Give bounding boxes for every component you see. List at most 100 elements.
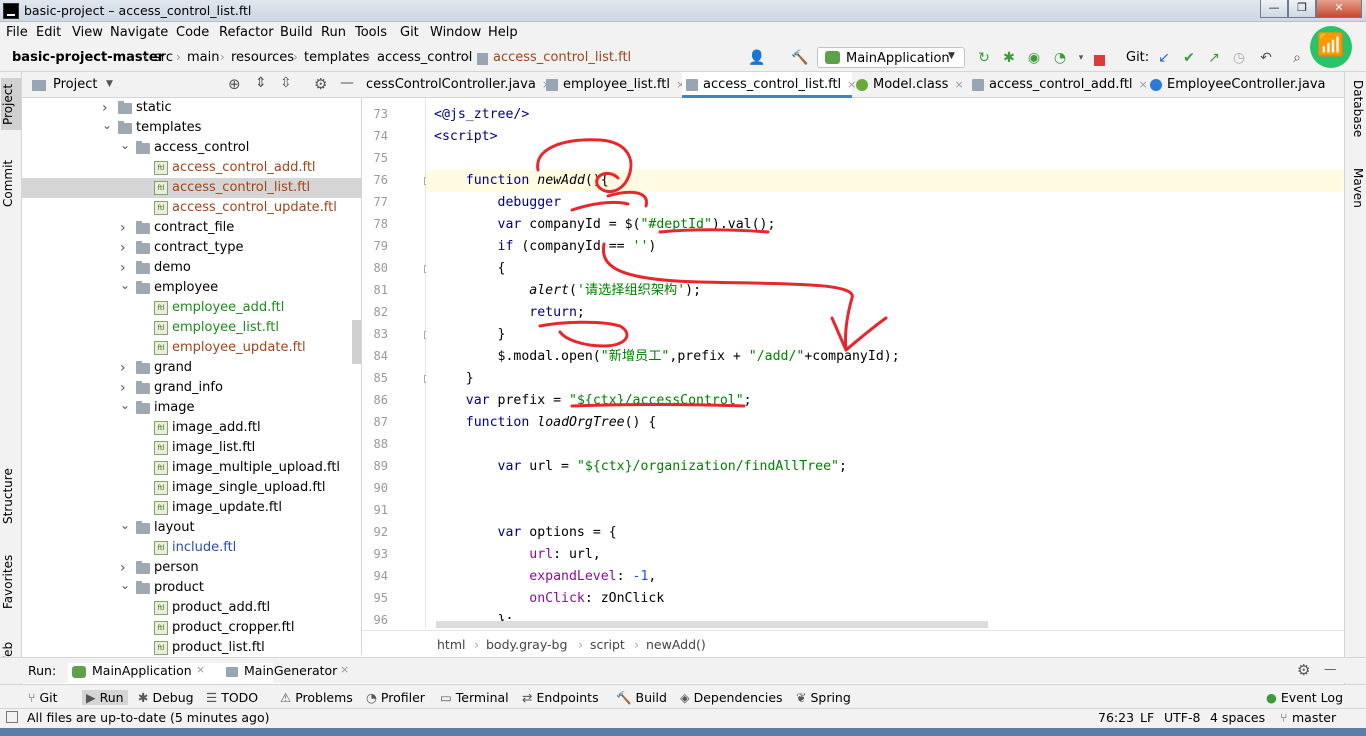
- coverage-icon[interactable]: ◉: [1026, 50, 1042, 66]
- editor-tab[interactable]: access_control_list.ftl ×: [682, 72, 856, 98]
- tree-file[interactable]: ftl access_control_add.ftl: [22, 158, 361, 178]
- breadcrumb-access-control[interactable]: access_control: [377, 50, 472, 65]
- tree-file[interactable]: ftl image_update.ftl: [22, 498, 361, 518]
- tool-window-terminal[interactable]: ▭ Terminal: [440, 690, 509, 705]
- chevron-down-icon[interactable]: ⌄: [102, 115, 112, 135]
- project-panel-title[interactable]: Project: [53, 77, 97, 92]
- maximize-button[interactable]: ❐: [1288, 0, 1316, 18]
- tree-folder[interactable]: › contract_file: [22, 218, 361, 238]
- close-icon[interactable]: ×: [340, 663, 349, 676]
- code-line[interactable]: }: [434, 324, 506, 346]
- structure-tool-tab[interactable]: Structure: [1, 460, 21, 532]
- tree-file[interactable]: ftl access_control_update.ftl: [22, 198, 361, 218]
- menu-navigate[interactable]: Navigate: [110, 25, 168, 40]
- maven-tool-tab[interactable]: Maven: [1347, 168, 1365, 224]
- tool-window-git[interactable]: ⑂ Git: [28, 690, 58, 705]
- tool-window-debug[interactable]: ✱ Debug: [138, 690, 194, 705]
- breadcrumb-templates[interactable]: templates: [304, 50, 369, 65]
- menu-edit[interactable]: Edit: [36, 25, 61, 40]
- user-icon[interactable]: 👤: [748, 50, 765, 66]
- editor-tab[interactable]: employee_list.ftl ×: [542, 72, 685, 98]
- tree-folder[interactable]: › demo: [22, 258, 361, 278]
- menu-code[interactable]: Code: [176, 25, 209, 40]
- gear-icon[interactable]: ⚙: [314, 75, 327, 93]
- code-line[interactable]: onClick: zOnClick: [434, 588, 664, 610]
- tree-folder[interactable]: › grand_info: [22, 378, 361, 398]
- profile-icon[interactable]: ◔: [1052, 50, 1068, 66]
- menu-help[interactable]: Help: [488, 25, 518, 40]
- tree-file[interactable]: ftl product_add.ftl: [22, 598, 361, 618]
- chevron-right-icon[interactable]: ›: [120, 218, 126, 238]
- menu-tools[interactable]: Tools: [355, 25, 387, 40]
- tree-file[interactable]: ftl access_control_list.ftl: [22, 178, 361, 198]
- editor-crumb-script[interactable]: script: [590, 637, 625, 652]
- run-tab-label[interactable]: MainGenerator: [244, 663, 337, 678]
- tree-file[interactable]: ftl employee_list.ftl: [22, 318, 361, 338]
- editor-tab[interactable]: EmployeeController.java: [1146, 72, 1326, 98]
- editor-tab[interactable]: access_control_add.ftl ×: [968, 72, 1148, 98]
- event-log-button[interactable]: ● Event Log: [1266, 690, 1343, 705]
- git-update-icon[interactable]: ↙: [1156, 50, 1172, 66]
- breadcrumb-resources[interactable]: resources: [231, 50, 294, 65]
- hide-panel-icon[interactable]: —: [340, 75, 354, 91]
- code-line[interactable]: alert('请选择组织架构');: [434, 280, 701, 302]
- tree-folder[interactable]: ⌄ templates: [22, 115, 361, 138]
- caret-position[interactable]: 76:23: [1098, 710, 1134, 725]
- tool-window-run[interactable]: ▶ Run: [82, 690, 128, 705]
- code-line[interactable]: expandLevel: -1,: [434, 566, 656, 588]
- chevron-down-icon[interactable]: ▾: [1073, 50, 1089, 66]
- close-icon[interactable]: ×: [196, 663, 205, 676]
- hide-panel-icon[interactable]: —: [1324, 661, 1337, 676]
- code-line[interactable]: var companyId = $("#deptId").val();: [434, 214, 776, 236]
- chevron-down-icon[interactable]: ⌄: [120, 395, 130, 415]
- tree-folder[interactable]: ⌄ product: [22, 578, 361, 598]
- chevron-down-icon[interactable]: ▼: [106, 79, 113, 89]
- run-tab-main-application[interactable]: MainApplication ×: [68, 663, 273, 683]
- project-tree-scrollbar[interactable]: [352, 320, 361, 364]
- search-icon[interactable]: ⌕: [1289, 50, 1305, 66]
- tree-file[interactable]: ftl image_list.ftl: [22, 438, 361, 458]
- rollback-icon[interactable]: ↶: [1258, 50, 1274, 66]
- tree-folder[interactable]: › person: [22, 558, 361, 578]
- tree-file[interactable]: ftl product_cropper.ftl: [22, 618, 361, 638]
- menu-view[interactable]: View: [72, 25, 103, 40]
- tree-file[interactable]: ftl image_multiple_upload.ftl: [22, 458, 361, 478]
- tree-file[interactable]: ftl employee_update.ftl: [22, 338, 361, 358]
- code-line[interactable]: }: [434, 368, 474, 390]
- hammer-build-icon[interactable]: 🔨: [791, 50, 808, 66]
- menu-window[interactable]: Window: [430, 25, 481, 40]
- tree-folder[interactable]: ⌄ layout: [22, 515, 361, 538]
- close-icon[interactable]: ×: [954, 78, 963, 91]
- run-configuration-select[interactable]: MainApplication ▼: [817, 47, 965, 68]
- tree-folder[interactable]: ⌄ employee: [22, 275, 361, 298]
- code-line[interactable]: var options = {: [434, 522, 617, 544]
- breadcrumb-current-file[interactable]: access_control_list.ftl: [493, 50, 631, 65]
- chevron-down-icon[interactable]: ⌄: [120, 275, 130, 295]
- favorites-tool-tab[interactable]: Favorites: [1, 546, 21, 618]
- rerun-icon[interactable]: ↻: [976, 50, 992, 66]
- git-commit-check-icon[interactable]: ✔: [1181, 50, 1197, 66]
- code-line[interactable]: <@js_ztree/>: [434, 104, 529, 126]
- editor-tab[interactable]: Model.class ×: [852, 72, 968, 98]
- commit-tool-tab[interactable]: Commit: [1, 152, 21, 214]
- code-line[interactable]: var url = "${ctx}/organization/findAllTr…: [434, 456, 847, 478]
- tree-folder[interactable]: ⌄ access_control: [22, 138, 361, 158]
- git-branch[interactable]: master: [1292, 710, 1336, 725]
- tree-file[interactable]: ftl include.ftl: [22, 538, 361, 558]
- code-line[interactable]: $.modal.open("新增员工",prefix + "/add/"+com…: [434, 346, 900, 368]
- tool-window-spring[interactable]: ❦ Spring: [796, 690, 851, 705]
- menu-refactor[interactable]: Refactor: [219, 25, 274, 40]
- minimize-button[interactable]: —: [1260, 0, 1288, 18]
- code-line[interactable]: debugger: [434, 192, 562, 214]
- menu-file[interactable]: File: [6, 25, 28, 40]
- tree-file[interactable]: ftl image_add.ftl: [22, 418, 361, 438]
- tree-folder[interactable]: ⌄ image: [22, 395, 361, 418]
- stop-icon[interactable]: [1094, 55, 1105, 66]
- tree-folder[interactable]: › contract_type: [22, 238, 361, 258]
- tree-folder[interactable]: › static: [22, 98, 361, 118]
- tool-window-todo[interactable]: ☰ TODO: [206, 690, 258, 705]
- chevron-down-icon[interactable]: ⌄: [120, 515, 130, 535]
- gear-icon[interactable]: ⚙: [1297, 661, 1310, 679]
- git-push-icon[interactable]: ↗: [1206, 50, 1222, 66]
- close-window-button[interactable]: ✕: [1316, 0, 1362, 18]
